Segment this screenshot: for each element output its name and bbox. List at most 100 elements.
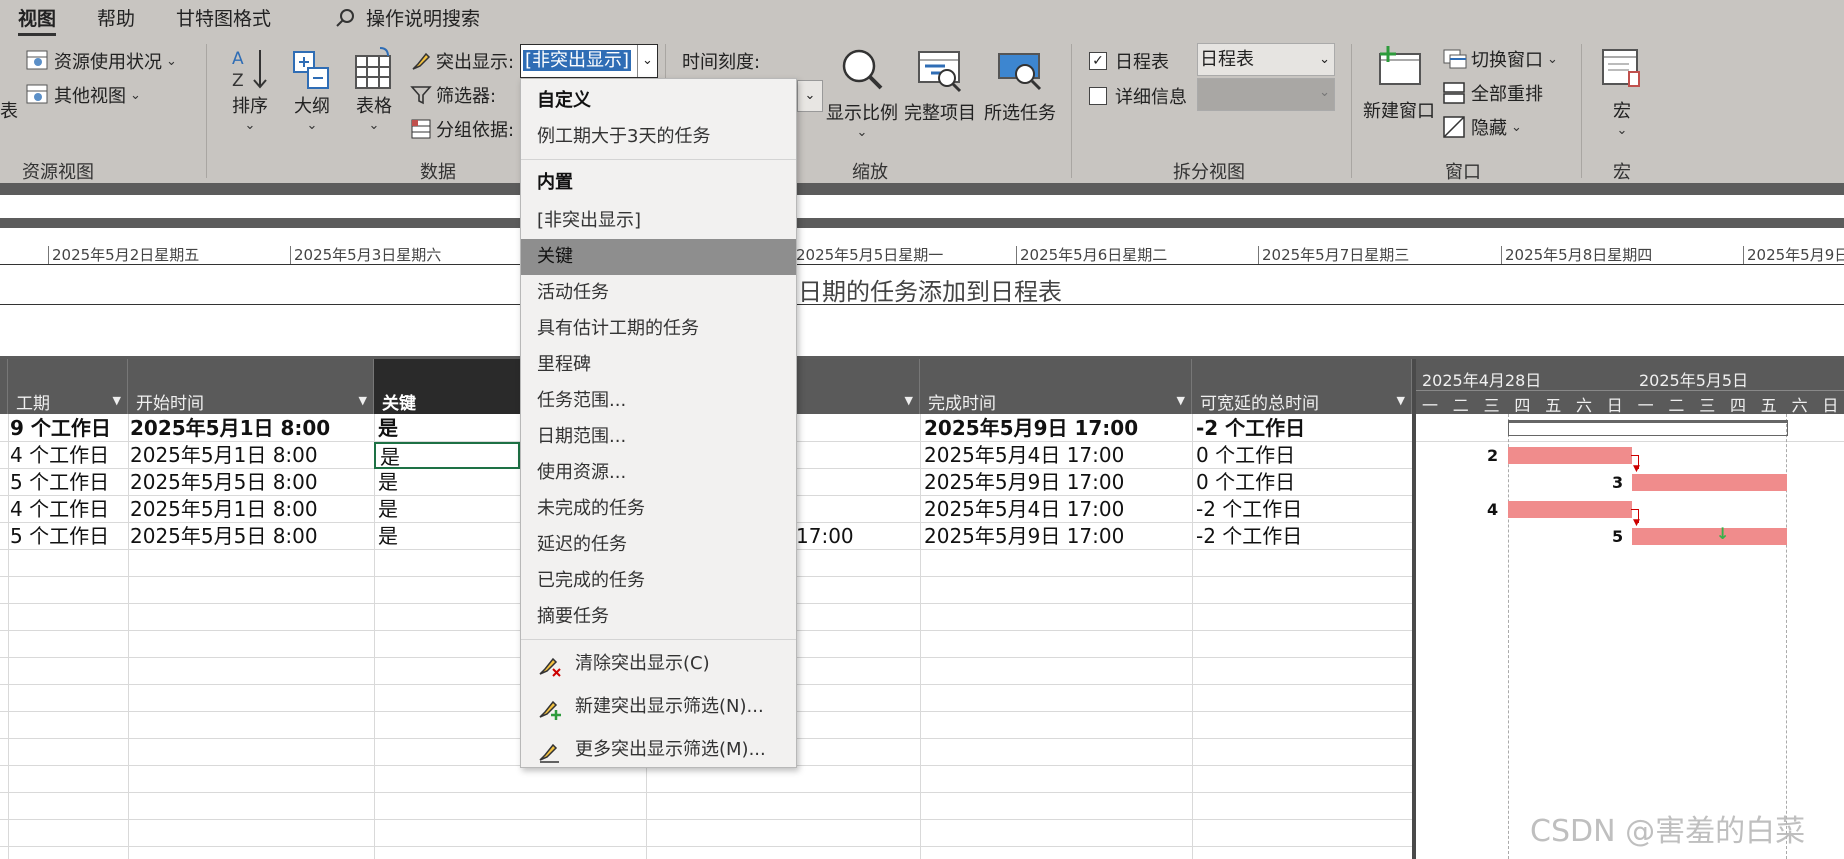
entire-project-button[interactable]: 完整项目: [904, 46, 976, 125]
tab-gantt-format[interactable]: 甘特图格式: [176, 4, 271, 31]
entire-project-icon: [915, 46, 965, 94]
timeline-checkbox[interactable]: ✓ 日程表: [1089, 48, 1169, 74]
dropdown-arrow-icon[interactable]: ▼: [359, 394, 367, 407]
switch-window-button[interactable]: 切换窗口 ⌄: [1443, 46, 1558, 72]
macros-label: 宏: [1613, 101, 1631, 122]
sort-icon: AZ: [228, 46, 272, 92]
filter-label: 筛选器:: [436, 86, 497, 107]
new-window-button[interactable]: 新建窗口: [1362, 44, 1436, 123]
start-cell[interactable]: 2025年5月1日 8:00: [126, 496, 318, 523]
critical-cell[interactable]: 是: [374, 496, 398, 523]
critical-task-bar[interactable]: [1632, 528, 1787, 545]
menu-item-estimated-durations[interactable]: 具有估计工期的任务: [521, 311, 796, 347]
tab-view[interactable]: 视图: [18, 4, 57, 36]
details-checkbox[interactable]: 详细信息: [1089, 83, 1187, 109]
critical-cell[interactable]: 是: [374, 523, 398, 550]
chevron-down-icon: ⌄: [1616, 123, 1628, 138]
other-views-icon: [26, 84, 50, 106]
chevron-down-icon: ⌄: [804, 88, 816, 103]
finish-cell[interactable]: 2025年5月9日 17:00: [920, 469, 1124, 496]
tab-help[interactable]: 帮助: [97, 4, 135, 31]
dropdown-arrow-icon[interactable]: ▼: [905, 394, 913, 407]
critical-cell-selected[interactable]: 是: [374, 442, 520, 469]
menu-item-label: 新建突出显示筛选(N)...: [575, 696, 764, 717]
arrange-all-button[interactable]: 全部重排: [1443, 80, 1543, 106]
timeline-placeholder: 日期的任务添加到日程表: [798, 278, 1062, 306]
menu-item-milestones[interactable]: 里程碑: [521, 347, 796, 383]
highlight-dropdown[interactable]: [非突出显示] ⌄: [520, 44, 658, 78]
column-header-slack[interactable]: 可宽延的总时间 ▼: [1192, 359, 1412, 414]
selected-tasks-button[interactable]: 所选任务: [982, 46, 1058, 125]
dropdown-arrow-icon[interactable]: ▼: [1397, 394, 1405, 407]
timeline-select[interactable]: 日程表 ⌄: [1197, 43, 1335, 76]
sort-button[interactable]: AZ 排序 ⌄: [228, 46, 272, 133]
tables-button[interactable]: 表格 ⌄: [352, 46, 396, 133]
start-cell[interactable]: 2025年5月1日 8:00: [126, 415, 330, 442]
menu-item-incomplete-tasks[interactable]: 未完成的任务: [521, 491, 796, 527]
duration-cell[interactable]: 9 个工作日: [6, 415, 111, 442]
critical-task-bar[interactable]: [1508, 501, 1632, 518]
hidden-column-cell[interactable]: 17:00: [792, 523, 854, 550]
menu-item-more-highlight-filters[interactable]: 更多突出显示筛选(M)...: [521, 729, 796, 771]
column-header-finish[interactable]: 完成时间 ▼: [920, 359, 1192, 414]
critical-task-bar[interactable]: [1632, 474, 1787, 491]
other-views-button[interactable]: 其他视图 ⌄: [26, 82, 141, 108]
chevron-down-icon[interactable]: ⌄: [637, 45, 657, 77]
search-box[interactable]: 操作说明搜索: [334, 4, 480, 31]
timeline-tick: [1016, 246, 1017, 264]
menu-item-critical[interactable]: 关键: [521, 239, 796, 275]
grid-line: [0, 792, 1412, 793]
dropdown-arrow-icon[interactable]: ▼: [1177, 394, 1185, 407]
column-header-duration[interactable]: 工期 ▼: [8, 359, 128, 414]
menu-item-custom-filter[interactable]: 例工期大于3天的任务: [521, 119, 796, 155]
menu-separator: [521, 639, 796, 640]
menu-item-using-resource[interactable]: 使用资源...: [521, 455, 796, 491]
sort-label: 排序: [232, 96, 268, 117]
start-cell[interactable]: 2025年5月5日 8:00: [126, 523, 318, 550]
start-cell[interactable]: 2025年5月1日 8:00: [126, 442, 318, 469]
timescale-label: 时间刻度:: [682, 52, 761, 73]
arrange-all-icon: [1443, 82, 1467, 104]
menu-item-clear-highlight[interactable]: 清除突出显示(C): [521, 643, 796, 685]
critical-cell[interactable]: 是: [374, 415, 398, 442]
macros-button[interactable]: 宏 ⌄: [1596, 46, 1648, 138]
dropdown-arrow-icon[interactable]: ▼: [113, 394, 121, 407]
summary-task-bar[interactable]: [1508, 420, 1788, 436]
menu-item-completed-tasks[interactable]: 已完成的任务: [521, 563, 796, 599]
finish-cell[interactable]: 2025年5月4日 17:00: [920, 442, 1124, 469]
hide-button[interactable]: 隐藏 ⌄: [1443, 114, 1522, 140]
start-cell[interactable]: 2025年5月5日 8:00: [126, 469, 318, 496]
slack-cell[interactable]: -2 个工作日: [1192, 496, 1302, 523]
slack-cell[interactable]: 0 个工作日: [1192, 442, 1295, 469]
slack-cell[interactable]: -2 个工作日: [1192, 523, 1302, 550]
critical-task-bar[interactable]: [1508, 447, 1632, 464]
timescale-dropdown[interactable]: ⌄: [797, 80, 823, 112]
timeline-date-label: 2025年5月2日星期五: [52, 246, 200, 264]
finish-cell[interactable]: 2025年5月4日 17:00: [920, 496, 1124, 523]
timeline-tick: [1258, 246, 1259, 264]
duration-cell[interactable]: 5 个工作日: [6, 523, 109, 550]
outline-icon: [290, 46, 334, 92]
menu-item-no-highlight[interactable]: [非突出显示]: [521, 203, 796, 239]
duration-cell[interactable]: 4 个工作日: [6, 496, 109, 523]
menu-item-task-range[interactable]: 任务范围...: [521, 383, 796, 419]
menu-item-date-range[interactable]: 日期范围...: [521, 419, 796, 455]
zoom-button[interactable]: 显示比例 ⌄: [826, 46, 898, 140]
finish-cell[interactable]: 2025年5月9日 17:00: [920, 415, 1138, 442]
timeline-tick: [290, 246, 291, 264]
duration-cell[interactable]: 4 个工作日: [6, 442, 109, 469]
column-header-label: 完成时间: [928, 394, 996, 414]
menu-item-active-tasks[interactable]: 活动任务: [521, 275, 796, 311]
outline-button[interactable]: 大纲 ⌄: [290, 46, 334, 133]
menu-item-new-highlight-filter[interactable]: 新建突出显示筛选(N)...: [521, 686, 796, 728]
column-header-start[interactable]: 开始时间 ▼: [128, 359, 374, 414]
hide-label: 隐藏: [1471, 118, 1507, 139]
menu-item-late-tasks[interactable]: 延迟的任务: [521, 527, 796, 563]
resource-usage-button[interactable]: 资源使用状况 ⌄: [26, 48, 177, 74]
slack-cell[interactable]: 0 个工作日: [1192, 469, 1295, 496]
finish-cell[interactable]: 2025年5月9日 17:00: [920, 523, 1124, 550]
slack-cell[interactable]: -2 个工作日: [1192, 415, 1305, 442]
critical-cell[interactable]: 是: [374, 469, 398, 496]
menu-item-summary-tasks[interactable]: 摘要任务: [521, 599, 796, 635]
duration-cell[interactable]: 5 个工作日: [6, 469, 109, 496]
